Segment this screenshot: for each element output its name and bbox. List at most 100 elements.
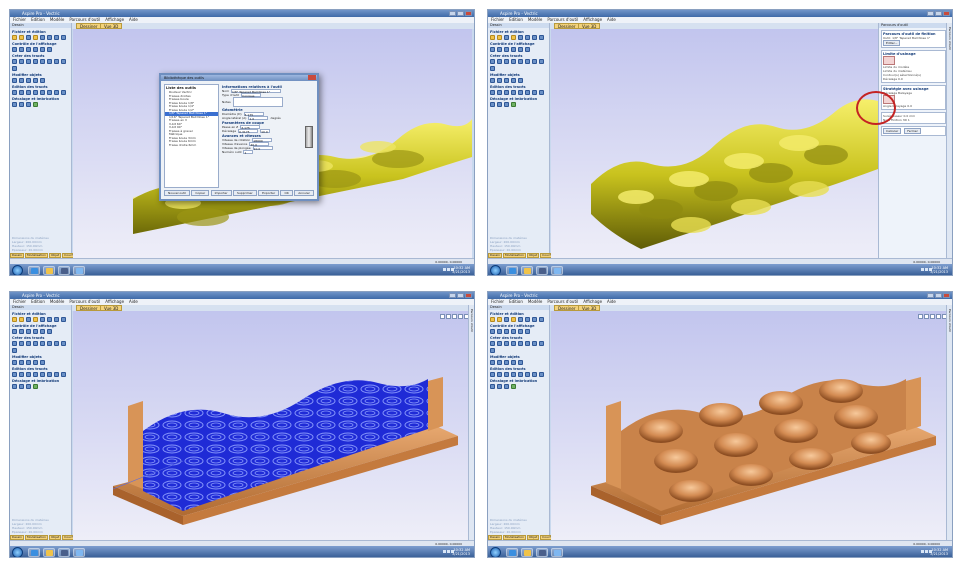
cut-icon[interactable] [54, 317, 59, 322]
circle-icon[interactable] [12, 341, 17, 346]
undo-icon[interactable] [40, 35, 45, 40]
tray-volume-icon[interactable] [925, 550, 928, 553]
delete-tool-button[interactable]: Supprimer [233, 190, 257, 196]
trim-icon[interactable] [19, 372, 24, 377]
3d-viewport[interactable] [551, 311, 950, 540]
toolpaths-side-tab[interactable]: Parcours d'outil [946, 23, 952, 258]
start-button[interactable] [490, 547, 501, 557]
subtract-icon[interactable] [40, 372, 45, 377]
circle-icon[interactable] [490, 59, 495, 64]
close-vector-icon[interactable] [539, 90, 544, 95]
notes-field[interactable] [232, 97, 283, 107]
zoom-out-icon[interactable] [504, 329, 509, 334]
name-field[interactable]: Finition 3D 1 [891, 118, 910, 122]
undo-icon[interactable] [40, 317, 45, 322]
smooth-icon[interactable] [532, 90, 537, 95]
cut-icon[interactable] [54, 35, 59, 40]
view-iso-icon[interactable] [440, 314, 445, 319]
pass-field[interactable]: 3.175 [240, 125, 261, 130]
copy-tool-button[interactable]: Copier [191, 190, 210, 196]
start-button[interactable] [490, 265, 501, 275]
open-file-icon[interactable] [497, 317, 502, 322]
angle-field[interactable]: 1.0 [248, 116, 269, 121]
close-vector-icon[interactable] [539, 372, 544, 377]
measure-icon[interactable] [33, 102, 38, 107]
taskbar-app[interactable] [551, 548, 563, 557]
array-icon[interactable] [26, 384, 31, 389]
redo-icon[interactable] [47, 317, 52, 322]
toolpaths-side-tab[interactable]: Parcours d'outil [468, 305, 474, 540]
arc-icon[interactable] [54, 341, 59, 346]
join-icon[interactable] [504, 372, 509, 377]
move-icon[interactable] [12, 360, 17, 365]
move-icon[interactable] [12, 78, 17, 83]
view-side-icon[interactable] [936, 314, 941, 319]
taskbar-media[interactable] [58, 266, 70, 275]
align-icon[interactable] [511, 360, 516, 365]
subtract-icon[interactable] [518, 90, 523, 95]
fillet-icon[interactable] [490, 348, 495, 353]
join-icon[interactable] [26, 372, 31, 377]
taskbar-media[interactable] [58, 548, 70, 557]
taskbar-app[interactable] [73, 548, 85, 557]
mirror-icon[interactable] [26, 78, 31, 83]
tray-volume-icon[interactable] [925, 268, 928, 271]
minimize-icon[interactable] [927, 293, 934, 298]
close-vector-icon[interactable] [61, 90, 66, 95]
zoom-out-icon[interactable] [26, 47, 31, 52]
diameter-field[interactable]: 3.175 [243, 112, 264, 117]
redo-icon[interactable] [47, 35, 52, 40]
intersect-icon[interactable] [47, 90, 52, 95]
new-file-icon[interactable] [490, 35, 495, 40]
star-icon[interactable] [40, 59, 45, 64]
minimize-icon[interactable] [449, 11, 456, 16]
measure-icon[interactable] [511, 384, 516, 389]
new-file-icon[interactable] [490, 317, 495, 322]
clock[interactable]: 10:32 AM 3/21/2013 [452, 548, 470, 556]
zoom-out-icon[interactable] [504, 47, 509, 52]
tray-network-icon[interactable] [921, 550, 924, 553]
taskbar-explorer[interactable] [43, 266, 55, 275]
offset-icon[interactable] [490, 384, 495, 389]
copy-icon[interactable] [539, 35, 544, 40]
offset-icon[interactable] [12, 102, 17, 107]
taskbar-browser[interactable] [506, 548, 518, 557]
grid-icon[interactable] [40, 329, 45, 334]
close-icon[interactable] [465, 11, 472, 16]
rotate-icon[interactable] [497, 78, 502, 83]
taskbar-media[interactable] [536, 548, 548, 557]
rotate-icon[interactable] [497, 360, 502, 365]
line-icon[interactable] [47, 341, 52, 346]
undo-icon[interactable] [518, 35, 523, 40]
new-tool-button[interactable]: Nouvel outil [164, 190, 190, 196]
maximize-icon[interactable] [457, 293, 464, 298]
subtract-icon[interactable] [518, 372, 523, 377]
smooth-icon[interactable] [532, 372, 537, 377]
minimize-icon[interactable] [927, 11, 934, 16]
mirror-icon[interactable] [504, 78, 509, 83]
star-icon[interactable] [518, 341, 523, 346]
maximize-icon[interactable] [457, 11, 464, 16]
clock[interactable]: 10:32 AM 3/21/2013 [930, 266, 948, 274]
join-icon[interactable] [504, 90, 509, 95]
clock[interactable]: 10:32 AM 3/21/2013 [930, 548, 948, 556]
group-icon[interactable] [40, 360, 45, 365]
spindle-field[interactable]: 18000 [252, 138, 273, 143]
intersect-icon[interactable] [47, 372, 52, 377]
zoom-icon[interactable] [12, 329, 17, 334]
align-icon[interactable] [511, 78, 516, 83]
pan-icon[interactable] [33, 47, 38, 52]
zoom-icon[interactable] [490, 329, 495, 334]
tree-item[interactable]: Fraise droite 6mm [165, 143, 218, 148]
stepover-field[interactable]: 0.3175 [238, 129, 259, 134]
strategy-raster-radio[interactable]: Balayage [898, 91, 912, 95]
grid-icon[interactable] [518, 47, 523, 52]
align-icon[interactable] [33, 360, 38, 365]
offset-icon[interactable] [12, 384, 17, 389]
text-icon[interactable] [61, 59, 66, 64]
grid-icon[interactable] [40, 47, 45, 52]
layers-icon[interactable] [525, 329, 530, 334]
node-edit-icon[interactable] [12, 90, 17, 95]
ellipse-icon[interactable] [497, 59, 502, 64]
trim-icon[interactable] [497, 90, 502, 95]
